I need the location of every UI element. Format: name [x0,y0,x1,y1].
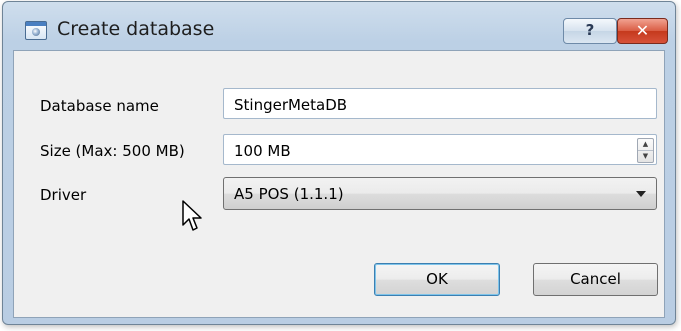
spin-down-arrow-icon[interactable]: ▼ [638,151,653,162]
database-name-label: Database name [40,97,159,115]
size-spinbox[interactable]: 100 MB ▲ ▼ [223,134,657,165]
window-title: Create database [57,18,215,40]
create-database-dialog: Create database ? ✕ Database name Stinge… [2,1,676,325]
database-name-value: StingerMetaDB [234,96,348,114]
close-button[interactable]: ✕ [617,18,668,44]
mouse-pointer-icon [182,200,202,231]
dialog-body: Database name StingerMetaDB Size (Max: 5… [13,50,665,318]
size-stepper[interactable]: ▲ ▼ [637,138,654,163]
help-button[interactable]: ? [563,18,617,44]
driver-label: Driver [40,186,87,204]
driver-select[interactable]: A5 POS (1.1.1) [223,177,657,210]
size-value: 100 MB [234,142,291,160]
chevron-down-icon[interactable] [636,191,646,197]
ok-button[interactable]: OK [374,263,500,296]
spin-up-arrow-icon[interactable]: ▲ [638,139,653,151]
database-icon [25,21,47,40]
driver-value: A5 POS (1.1.1) [234,185,344,203]
cancel-button[interactable]: Cancel [533,263,658,296]
title-bar[interactable]: Create database ? ✕ [3,2,675,50]
database-name-input[interactable]: StingerMetaDB [223,88,657,119]
size-label: Size (Max: 500 MB) [40,142,185,160]
